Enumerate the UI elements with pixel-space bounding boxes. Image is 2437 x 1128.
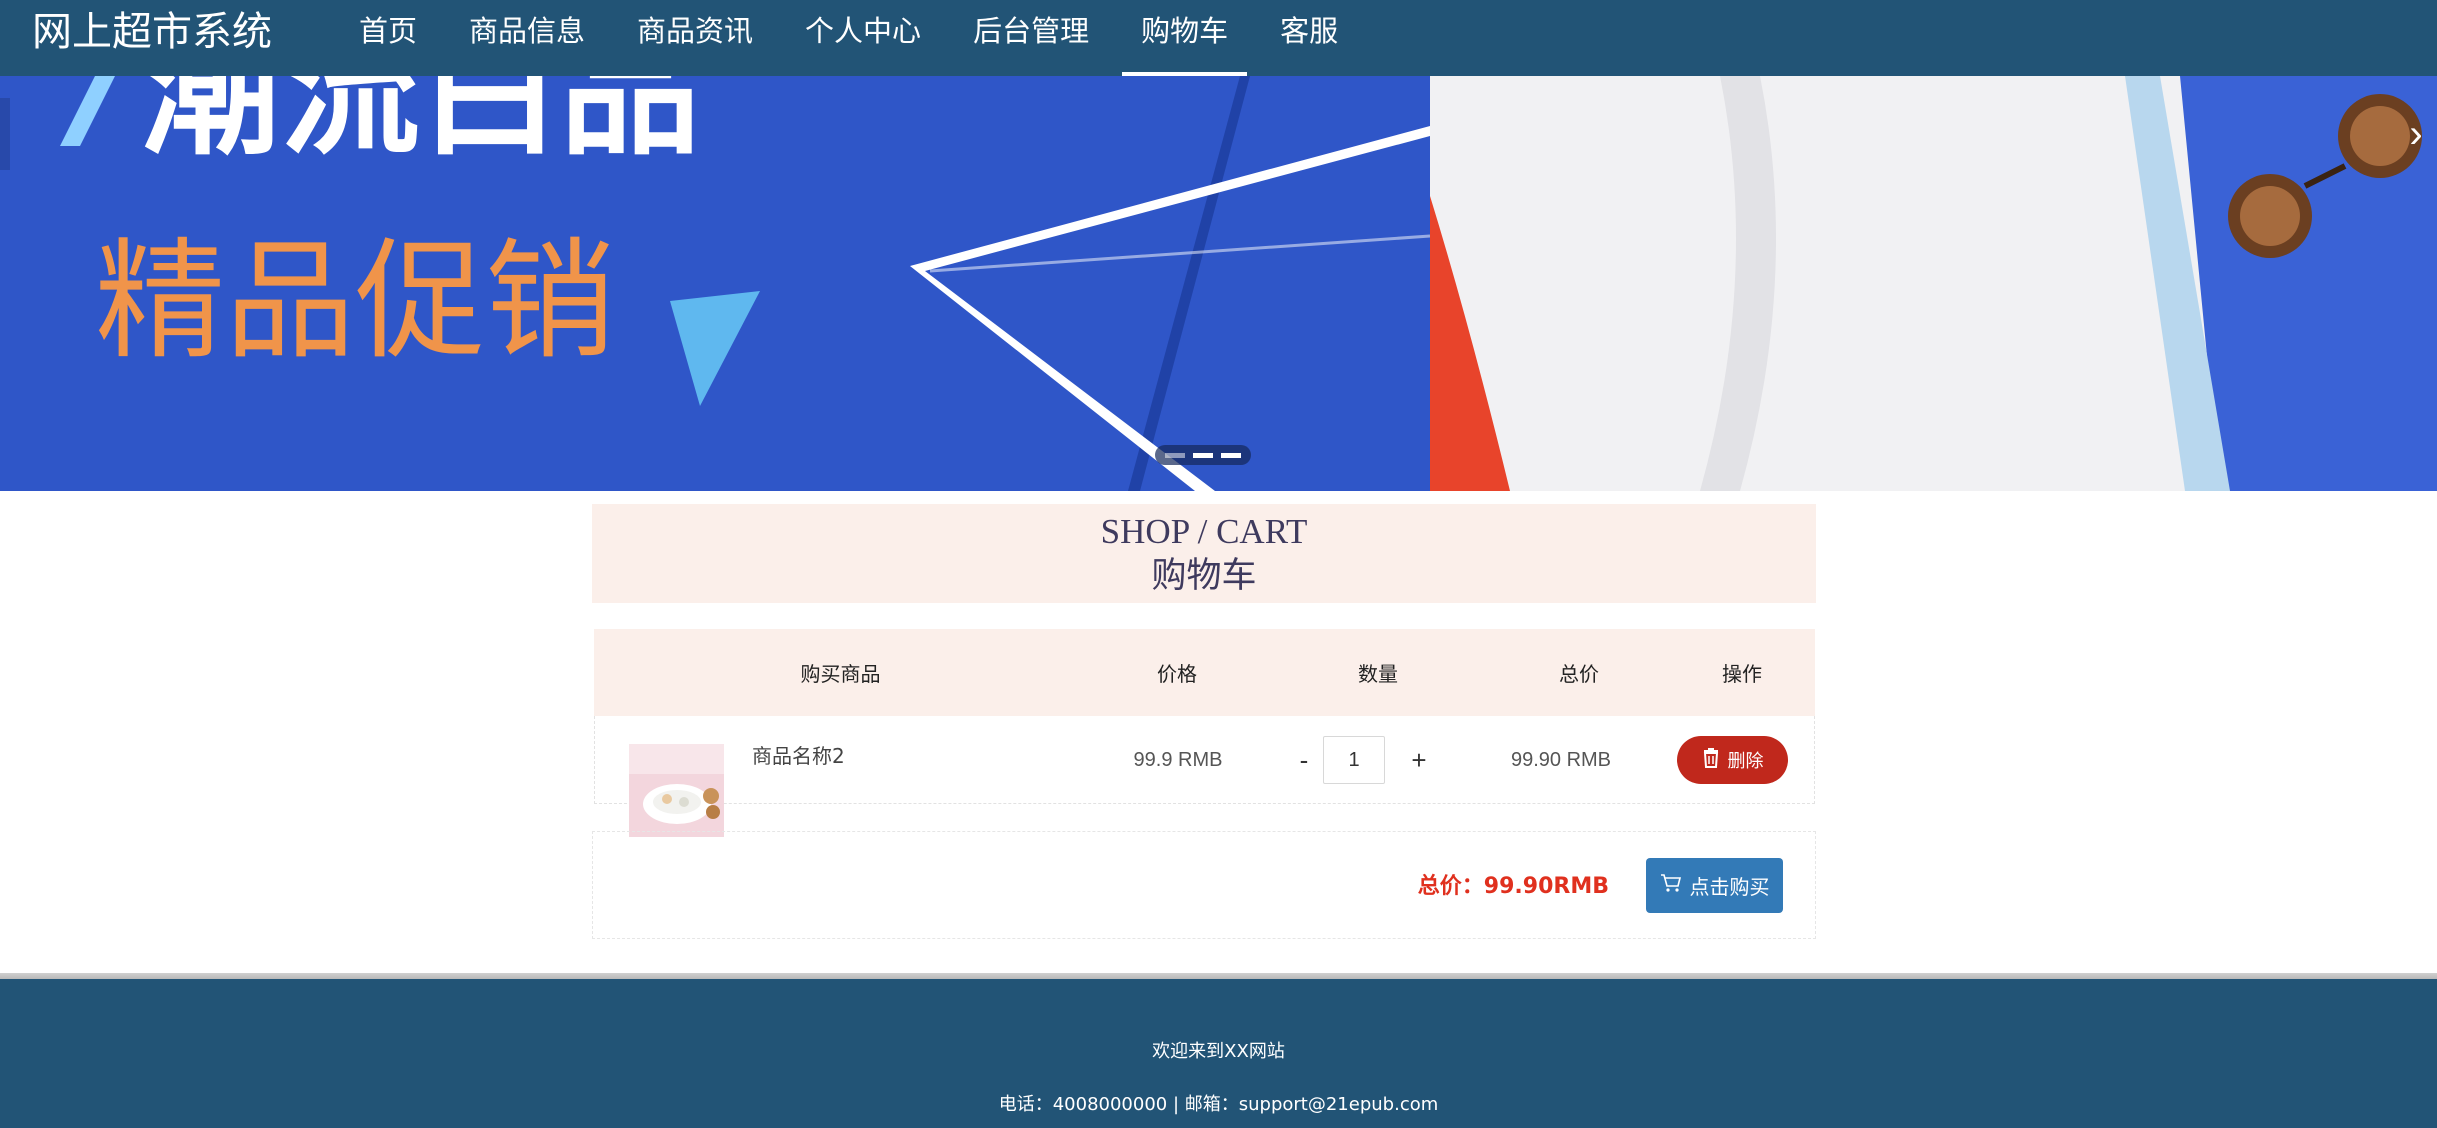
cart-summary: 总价：99.90RMB 点击购买 — [592, 831, 1816, 939]
quantity-input[interactable] — [1323, 736, 1385, 784]
column-header-actions: 操作 — [1722, 662, 1762, 686]
quantity-increase-button[interactable]: + — [1402, 736, 1436, 784]
table-row: 商品名称2 99.9 RMB - + 99.90 RMB 删除 — [594, 716, 1815, 804]
quantity-stepper: - + — [1287, 736, 1477, 784]
footer-welcome: 欢迎来到XX网站 — [1152, 1041, 1285, 1062]
column-header-product: 购买商品 — [800, 662, 881, 686]
carousel-dot-3[interactable] — [1221, 452, 1241, 458]
footer-contact: 电话：4008000000 | 邮箱：support@21epub.com — [998, 1094, 1439, 1115]
chevron-right-icon[interactable]: › — [2399, 98, 2433, 170]
nav-item-home[interactable]: 首页 — [340, 0, 436, 76]
column-header-quantity: 数量 — [1358, 662, 1398, 686]
banner-headline: 精品促销 — [95, 225, 615, 377]
banner-top-text: 潮流白品 — [140, 76, 700, 175]
table-header: 购买商品 价格 数量 总价 操作 — [594, 629, 1815, 716]
cart-table: 购买商品 价格 数量 总价 操作 商品名称2 99.9 RMB - + 99.9… — [594, 629, 1815, 837]
page-title-panel: SHOP / CART 购物车 — [592, 504, 1816, 603]
promo-banner[interactable]: 潮流白品 精品促销 › — [0, 76, 2437, 491]
buy-label: 点击购买 — [1689, 875, 1770, 899]
page-title-en: SHOP / CART — [1100, 512, 1308, 551]
nav-item-service[interactable]: 客服 — [1261, 0, 1357, 76]
row-total: 99.90 RMB — [1510, 749, 1612, 771]
trash-icon — [1702, 747, 1720, 773]
delete-label: 删除 — [1727, 751, 1764, 772]
product-name[interactable]: 商品名称2 — [752, 740, 845, 769]
nav-item-news[interactable]: 商品资讯 — [618, 0, 772, 76]
buy-button[interactable]: 点击购买 — [1646, 858, 1783, 913]
carousel-dot-2[interactable] — [1193, 452, 1213, 458]
nav-item-products[interactable]: 商品信息 — [450, 0, 604, 76]
product-thumbnail[interactable] — [629, 744, 724, 837]
delete-button[interactable]: 删除 — [1677, 736, 1788, 784]
footer: 欢迎来到XX网站 电话：4008000000 | 邮箱：support@21ep… — [0, 979, 2437, 1128]
top-navbar: 网上超市系统 首页 商品信息 商品资讯 个人中心 后台管理 购物车 客服 — [0, 0, 2437, 76]
carousel-dot-1[interactable] — [1165, 452, 1185, 458]
column-header-total: 总价 — [1559, 662, 1599, 686]
banner-image: 潮流白品 精品促销 — [0, 76, 2437, 491]
nav-item-admin[interactable]: 后台管理 — [954, 0, 1108, 76]
page-title-cn: 购物车 — [1151, 556, 1257, 596]
cart-icon — [1660, 873, 1682, 898]
nav-item-cart[interactable]: 购物车 — [1122, 0, 1248, 76]
carousel-indicators — [1155, 445, 1251, 465]
product-price: 99.9 RMB — [1133, 749, 1223, 771]
banner-prev-button[interactable] — [0, 98, 10, 170]
site-title[interactable]: 网上超市系统 — [32, 6, 272, 58]
main-nav: 首页 商品信息 商品资讯 个人中心 后台管理 购物车 客服 — [340, 0, 1371, 76]
grand-total: 总价：99.90RMB — [1417, 874, 1609, 899]
quantity-decrease-button[interactable]: - — [1287, 736, 1321, 784]
nav-item-profile[interactable]: 个人中心 — [786, 0, 940, 76]
column-header-price: 价格 — [1157, 662, 1197, 686]
